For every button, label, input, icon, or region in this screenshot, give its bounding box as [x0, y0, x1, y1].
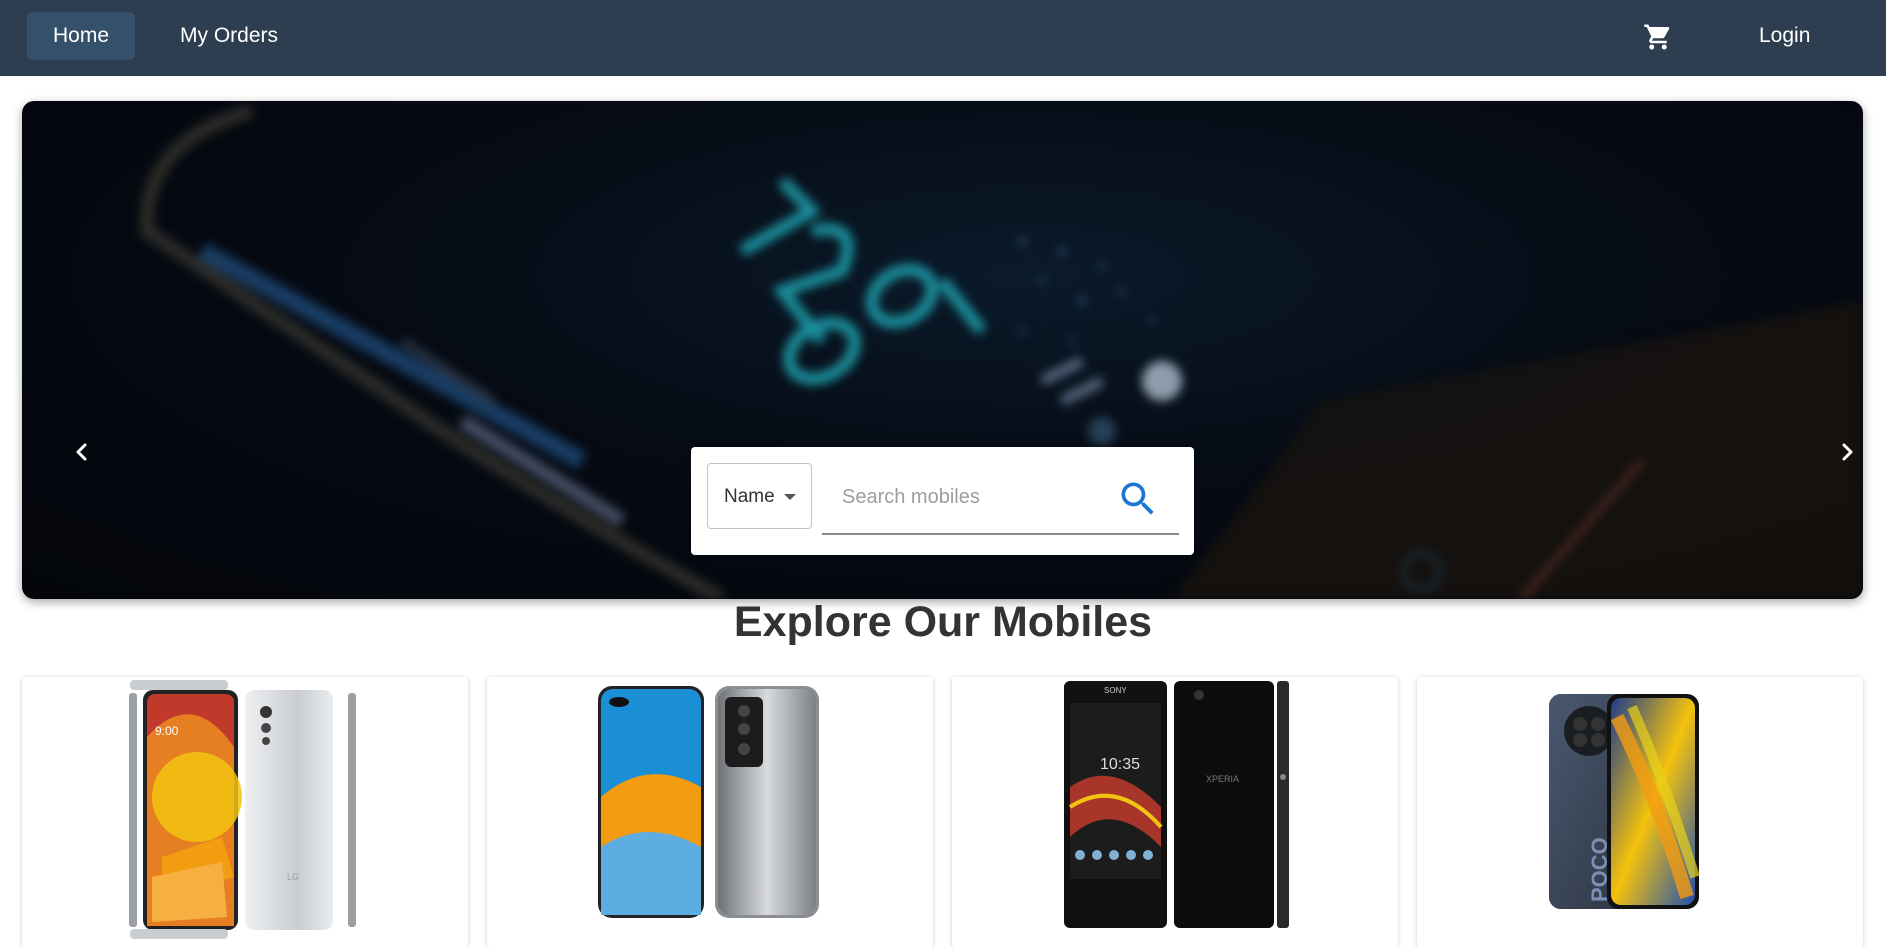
search-icon [1121, 482, 1154, 515]
product-image [598, 686, 819, 918]
search-button[interactable] [1116, 477, 1160, 521]
nav-home-button[interactable]: Home [27, 12, 136, 60]
carousel-prev-button[interactable] [67, 435, 97, 469]
svg-text:9:00: 9:00 [155, 724, 179, 738]
login-button[interactable]: Login [1733, 12, 1836, 60]
section-title: Explore Our Mobiles [733, 598, 1153, 646]
search-input[interactable] [822, 469, 1092, 525]
shopping-cart-icon[interactable] [1643, 22, 1673, 52]
product-image: 9:00 LG [129, 680, 356, 939]
search-panel: Name [691, 447, 1194, 555]
product-card[interactable]: POCO [1417, 677, 1863, 947]
caret-down-icon [784, 494, 796, 500]
product-card[interactable] [487, 677, 933, 947]
nav-my-orders-button[interactable]: My Orders [154, 12, 304, 60]
svg-text:LG: LG [287, 872, 299, 882]
product-image: POCO [1549, 694, 1700, 909]
carousel-next-button[interactable] [1832, 435, 1862, 469]
chevron-left-icon [76, 443, 87, 461]
search-filter-value: Name [724, 486, 775, 507]
svg-text:10:35: 10:35 [1100, 756, 1140, 773]
chevron-right-icon [1842, 443, 1853, 461]
search-input-underline [822, 533, 1179, 535]
product-card[interactable]: 9:00 LG [22, 677, 468, 947]
svg-text:SONY: SONY [1104, 686, 1127, 695]
product-image: 10:35 SONY XPERIA [1064, 681, 1289, 928]
svg-text:XPERIA: XPERIA [1206, 774, 1239, 784]
top-navbar: Home My Orders Login [0, 0, 1886, 76]
search-filter-select[interactable]: Name [707, 463, 812, 529]
product-card[interactable]: 10:35 SONY XPERIA [952, 677, 1398, 947]
